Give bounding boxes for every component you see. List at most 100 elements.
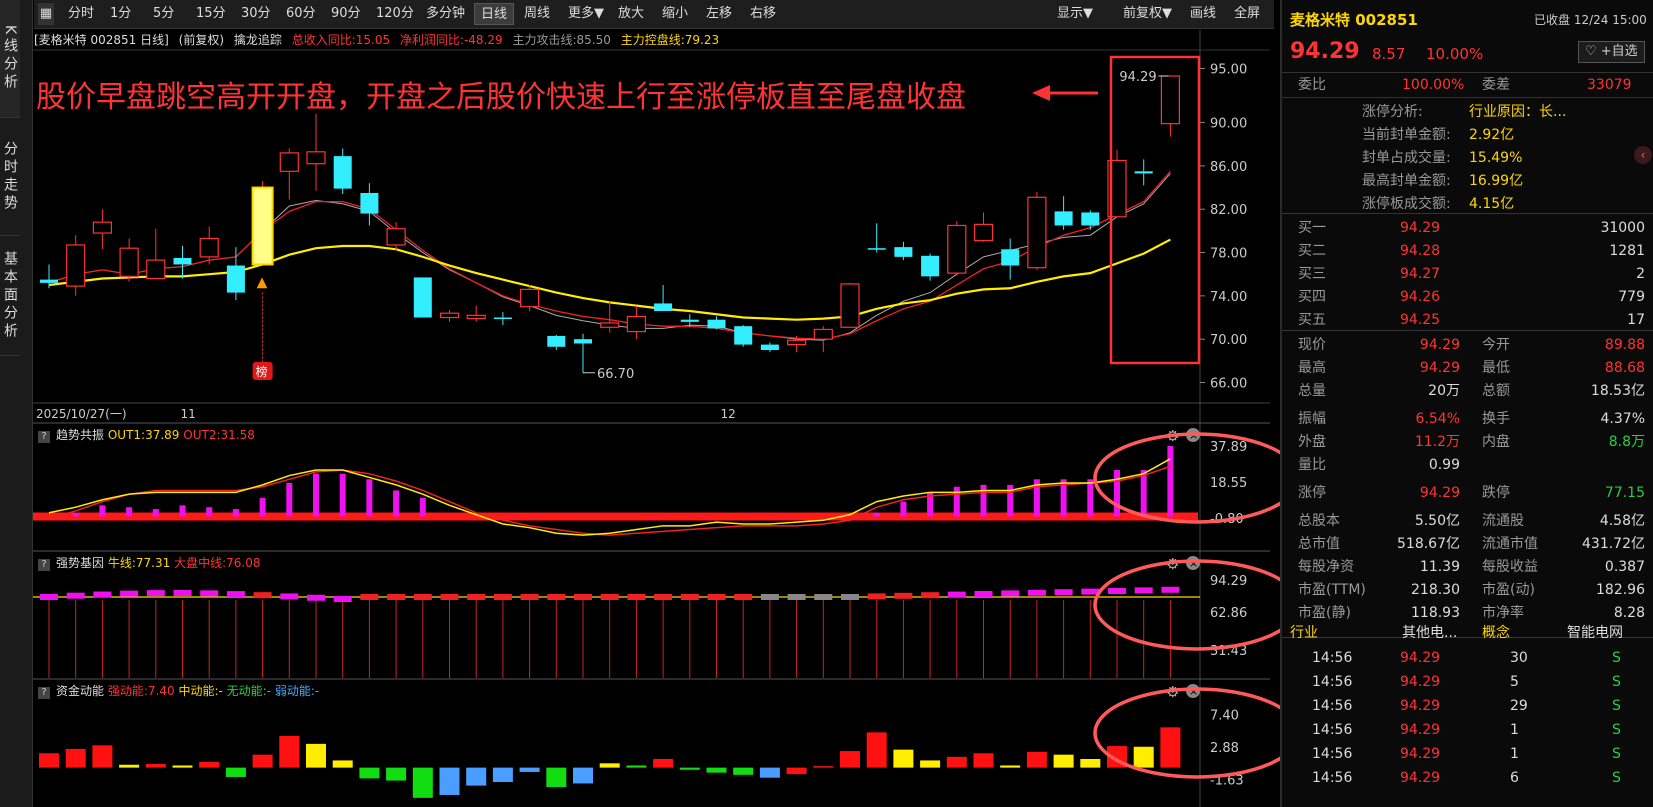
sub2-block	[307, 594, 325, 601]
sub3-bar	[626, 765, 647, 768]
help-icon[interactable]: ?	[38, 687, 50, 699]
sub3-bar	[946, 756, 967, 768]
quote-stock-name: 麦格米特 002851	[1290, 11, 1418, 29]
tick-time: 14:56	[1312, 746, 1353, 762]
tick-time: 14:56	[1312, 674, 1353, 690]
sub2-block	[333, 596, 352, 603]
stat-label: 最高	[1298, 360, 1326, 376]
close-icon: ×	[1189, 685, 1198, 698]
candle-body	[734, 326, 753, 345]
stat-value: 11.2万	[1414, 434, 1460, 450]
stat-label: 总股本	[1298, 513, 1340, 529]
candle-body	[1081, 212, 1100, 226]
sub2-block	[894, 592, 913, 599]
concept-label: 概念	[1482, 625, 1510, 641]
sub3-bar	[920, 760, 941, 768]
sub2-block	[841, 594, 859, 600]
help-icon[interactable]: ?	[38, 431, 50, 443]
sub1-bar	[179, 505, 186, 517]
help-icon[interactable]: ?	[38, 559, 50, 571]
sub3-title: 资金动能	[56, 684, 105, 698]
sub3-bar	[359, 767, 380, 779]
stat-value: 518.67亿	[1397, 536, 1460, 552]
sub2-block	[1027, 589, 1046, 596]
buy-level-label: 买三	[1298, 266, 1326, 282]
concept-value[interactable]: 智能电网	[1567, 621, 1623, 645]
sub3-weak: 弱动能:-	[274, 684, 320, 698]
stat-value: 4.37%	[1600, 411, 1645, 427]
price-change-pct: 10.00%	[1426, 45, 1484, 63]
sub1-bar	[366, 479, 373, 517]
sub2-block	[93, 591, 112, 598]
candle-body	[813, 328, 833, 340]
sub2-block	[146, 590, 165, 597]
sub3-bar	[199, 761, 220, 768]
y-tick-label: 70.00	[1210, 333, 1247, 348]
sub2-block	[654, 594, 673, 600]
stat-label: 总额	[1482, 383, 1510, 399]
stat-label: 流通股	[1482, 513, 1524, 529]
sub3-bar	[386, 767, 407, 781]
candle-body	[921, 255, 940, 277]
stat-value: 6.54%	[1415, 411, 1460, 427]
sub2-block	[760, 594, 779, 600]
sub3-bar	[1000, 765, 1021, 768]
weibi-label: 委比	[1298, 77, 1326, 93]
weicha-label: 委差	[1482, 77, 1510, 93]
sub3-bar	[706, 767, 727, 773]
candle-body	[947, 224, 967, 274]
sub3-bar	[92, 745, 113, 768]
sub3-y-label: 7.40	[1210, 708, 1239, 723]
sub2-block	[1054, 589, 1073, 596]
stat-label: 市盈(TTM)	[1298, 582, 1366, 598]
sub3-bar	[813, 766, 834, 768]
highlight-ellipse	[1093, 687, 1280, 779]
sub3-bar	[546, 767, 567, 788]
stat-value: 94.29	[1419, 485, 1460, 501]
candle-body	[493, 317, 512, 320]
sub3-bar	[119, 764, 140, 768]
stat-value: 94.29	[1419, 337, 1460, 353]
buy-volume: 2	[1636, 266, 1645, 282]
stat-label: 最低	[1482, 360, 1510, 376]
candle-body	[574, 339, 592, 344]
candle-body	[279, 152, 299, 172]
sub1-bar	[339, 473, 346, 517]
sub1-bar	[126, 507, 133, 517]
buy-price: 94.26	[1400, 289, 1441, 305]
candle-body	[1027, 196, 1047, 269]
sub2-block	[1134, 587, 1153, 594]
tick-side: S	[1612, 722, 1621, 738]
candle-body	[199, 237, 219, 258]
sub2-block	[1108, 588, 1126, 594]
sub2-block	[493, 594, 512, 600]
market-status: 已收盘 12/24 15:00	[1534, 13, 1647, 27]
sub3-bar	[1160, 727, 1181, 768]
candle-body	[40, 279, 58, 283]
sub3-bar	[1133, 746, 1154, 768]
add-watchlist-button[interactable]: ♡ +自选	[1578, 41, 1645, 63]
stat-value: 18.53亿	[1590, 383, 1645, 399]
sub1-bar	[1114, 469, 1120, 517]
sub2-block	[867, 593, 886, 600]
sub2-block	[467, 594, 486, 600]
sub1-out1-line	[48, 458, 1171, 536]
sub2-y-label: 62.86	[1210, 606, 1247, 621]
sub1-y-label: 18.55	[1210, 476, 1247, 491]
low-label: 66.70	[597, 367, 634, 382]
candle-body	[707, 319, 726, 329]
sub3-bar	[786, 767, 807, 775]
sub3-bar	[1080, 758, 1101, 768]
sub2-block	[547, 594, 566, 600]
buy-volume: 17	[1627, 312, 1645, 328]
industry-value[interactable]: 其他电...	[1402, 621, 1457, 645]
buy-level-label: 买五	[1298, 312, 1326, 328]
candle-body	[226, 265, 245, 293]
sub1-bar	[1087, 479, 1094, 517]
stat-label: 流通市值	[1482, 536, 1538, 552]
y-tick-label: 86.00	[1210, 160, 1247, 175]
collapse-arrow-icon[interactable]: ‹	[1634, 146, 1652, 164]
sub3-bar	[1053, 754, 1074, 768]
sub1-y-label: 37.89	[1210, 440, 1247, 455]
candle-body	[413, 277, 432, 318]
